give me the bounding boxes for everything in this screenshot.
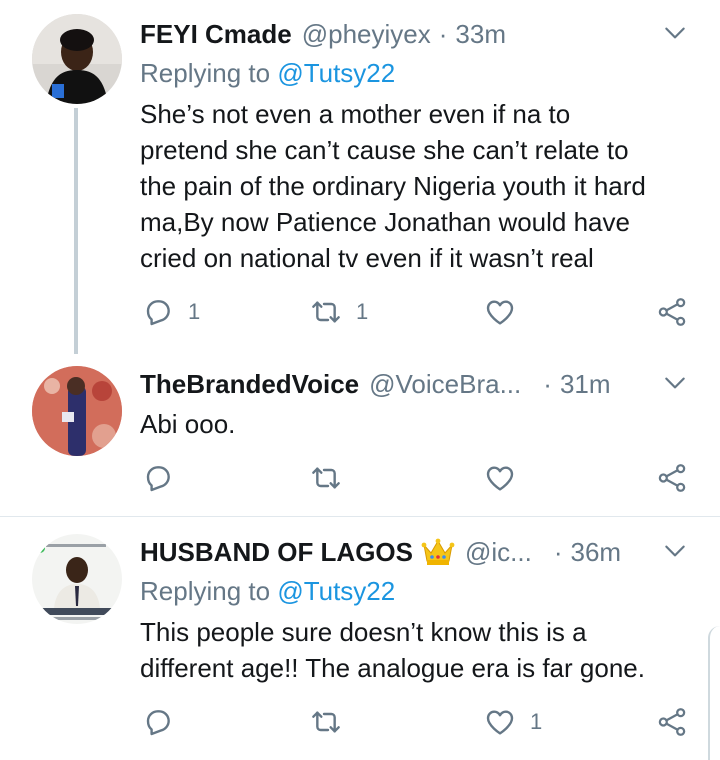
tweet-1[interactable]: FEYI Cmade @pheyiyex · 33m Replying to @…	[0, 0, 720, 354]
divider	[0, 516, 720, 517]
retweet-icon	[310, 296, 342, 328]
thread-line	[74, 108, 78, 354]
display-name[interactable]: FEYI Cmade	[140, 19, 292, 50]
user-handle[interactable]: @ic...	[465, 537, 532, 568]
user-handle[interactable]: @pheyiyex	[302, 19, 431, 50]
reply-button[interactable]	[142, 458, 188, 498]
tweet-text: She’s not even a mother even if na to pr…	[140, 99, 646, 273]
reply-count: 1	[188, 299, 201, 324]
heart-icon	[484, 296, 516, 328]
chevron-down-icon[interactable]	[662, 370, 688, 396]
retweet-button[interactable]: 1	[310, 292, 368, 332]
scroll-edge-indicator	[708, 626, 720, 760]
timestamp[interactable]: 33m	[455, 19, 506, 50]
tweet-3[interactable]: HUSBAND OF LAGOS @ic... · 36m Replying t…	[0, 518, 720, 760]
tweet-header: HUSBAND OF LAGOS @ic... · 36m	[140, 530, 621, 574]
separator: ·	[543, 368, 552, 399]
heart-icon	[484, 462, 516, 494]
replying-prefix: Replying to	[140, 58, 278, 88]
reply-icon	[142, 296, 174, 328]
crown-emoji-icon	[421, 538, 455, 565]
reply-icon	[142, 706, 174, 738]
tweet-header: FEYI Cmade @pheyiyex · 33m	[140, 12, 506, 56]
replying-to: Replying to @Tutsy22	[140, 58, 395, 89]
timestamp[interactable]: 36m	[571, 537, 622, 568]
replying-prefix: Replying to	[140, 576, 278, 606]
share-icon	[656, 706, 688, 738]
share-icon	[656, 462, 688, 494]
display-name[interactable]: HUSBAND OF LAGOS	[140, 537, 413, 568]
replying-to: Replying to @Tutsy22	[140, 576, 395, 607]
retweet-count: 1	[356, 299, 369, 324]
tweet-text: This people sure doesn’t know this is a …	[140, 617, 645, 683]
like-button[interactable]: 1	[484, 702, 542, 742]
tweet-actions: 1 1	[140, 292, 700, 332]
chevron-down-icon[interactable]	[662, 20, 688, 46]
like-button[interactable]	[484, 458, 530, 498]
share-button[interactable]	[656, 702, 688, 742]
reply-button[interactable]: 1	[142, 292, 200, 332]
user-handle[interactable]: @VoiceBra...	[369, 369, 521, 400]
tweet-header: TheBrandedVoice @VoiceBra... · 31m	[140, 362, 611, 406]
tweet-actions: 1	[140, 702, 700, 742]
tweet-actions	[140, 458, 700, 498]
chevron-down-icon[interactable]	[662, 538, 688, 564]
avatar[interactable]	[32, 14, 122, 104]
retweet-icon	[310, 462, 342, 494]
separator: ·	[553, 536, 563, 567]
like-button[interactable]	[484, 292, 530, 332]
display-name[interactable]: TheBrandedVoice	[140, 369, 359, 400]
heart-icon	[484, 706, 516, 738]
reply-icon	[142, 462, 174, 494]
share-button[interactable]	[656, 458, 688, 498]
mention-link[interactable]: @Tutsy22	[277, 576, 395, 606]
tweet-2[interactable]: TheBrandedVoice @VoiceBra... · 31m Abi o…	[0, 350, 720, 514]
share-icon	[656, 296, 688, 328]
mention-link[interactable]: @Tutsy22	[277, 58, 395, 88]
retweet-button[interactable]	[310, 702, 356, 742]
share-button[interactable]	[656, 292, 688, 332]
retweet-icon	[310, 706, 342, 738]
tweet-text: Abi ooo.	[140, 409, 236, 439]
avatar[interactable]	[32, 366, 122, 456]
timestamp[interactable]: 31m	[560, 369, 611, 400]
retweet-button[interactable]	[310, 458, 356, 498]
avatar[interactable]	[32, 534, 122, 624]
like-count: 1	[530, 709, 543, 734]
separator: ·	[438, 18, 448, 49]
reply-button[interactable]	[142, 702, 188, 742]
